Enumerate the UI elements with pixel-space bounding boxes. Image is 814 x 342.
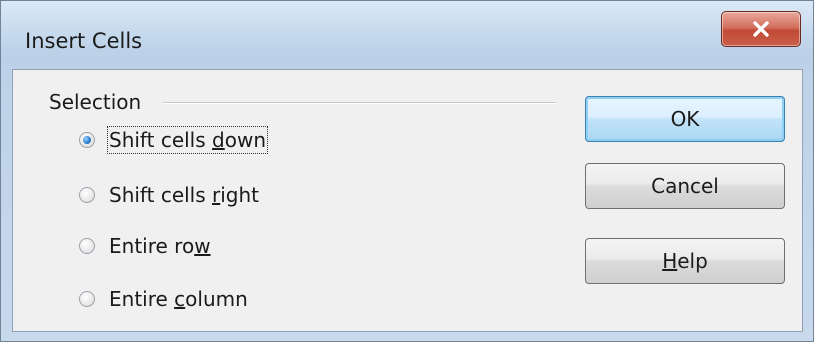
- cancel-button-label: Cancel: [651, 174, 719, 198]
- help-button[interactable]: Help: [585, 238, 785, 284]
- insert-cells-dialog: Insert Cells Selection Shift cells down …: [0, 0, 814, 342]
- close-button[interactable]: [721, 11, 801, 47]
- ok-button-label: OK: [670, 107, 700, 131]
- radio-label-shift-cells-down: Shift cells down: [107, 126, 268, 154]
- dialog-title: Insert Cells: [25, 29, 143, 53]
- help-button-label: Help: [662, 249, 708, 273]
- radio-label-entire-column: Entire column: [109, 287, 248, 311]
- radio-button[interactable]: [79, 238, 95, 254]
- radio-label-shift-cells-right: Shift cells right: [109, 183, 260, 207]
- radio-button-checked[interactable]: [79, 132, 95, 148]
- radio-label-entire-row: Entire row: [109, 234, 211, 258]
- radio-shift-cells-down[interactable]: Shift cells down: [79, 125, 268, 155]
- selection-group-label: Selection: [49, 90, 150, 114]
- cancel-button[interactable]: Cancel: [585, 163, 785, 209]
- radio-button[interactable]: [79, 291, 95, 307]
- group-divider: [163, 102, 556, 104]
- dialog-body: Selection Shift cells down Shift cells r…: [12, 69, 803, 332]
- radio-entire-column[interactable]: Entire column: [79, 284, 248, 314]
- radio-entire-row[interactable]: Entire row: [79, 231, 211, 261]
- close-icon: [751, 20, 771, 38]
- radio-shift-cells-right[interactable]: Shift cells right: [79, 180, 259, 210]
- title-bar[interactable]: Insert Cells: [1, 1, 813, 67]
- radio-button[interactable]: [79, 187, 95, 203]
- ok-button[interactable]: OK: [585, 96, 785, 142]
